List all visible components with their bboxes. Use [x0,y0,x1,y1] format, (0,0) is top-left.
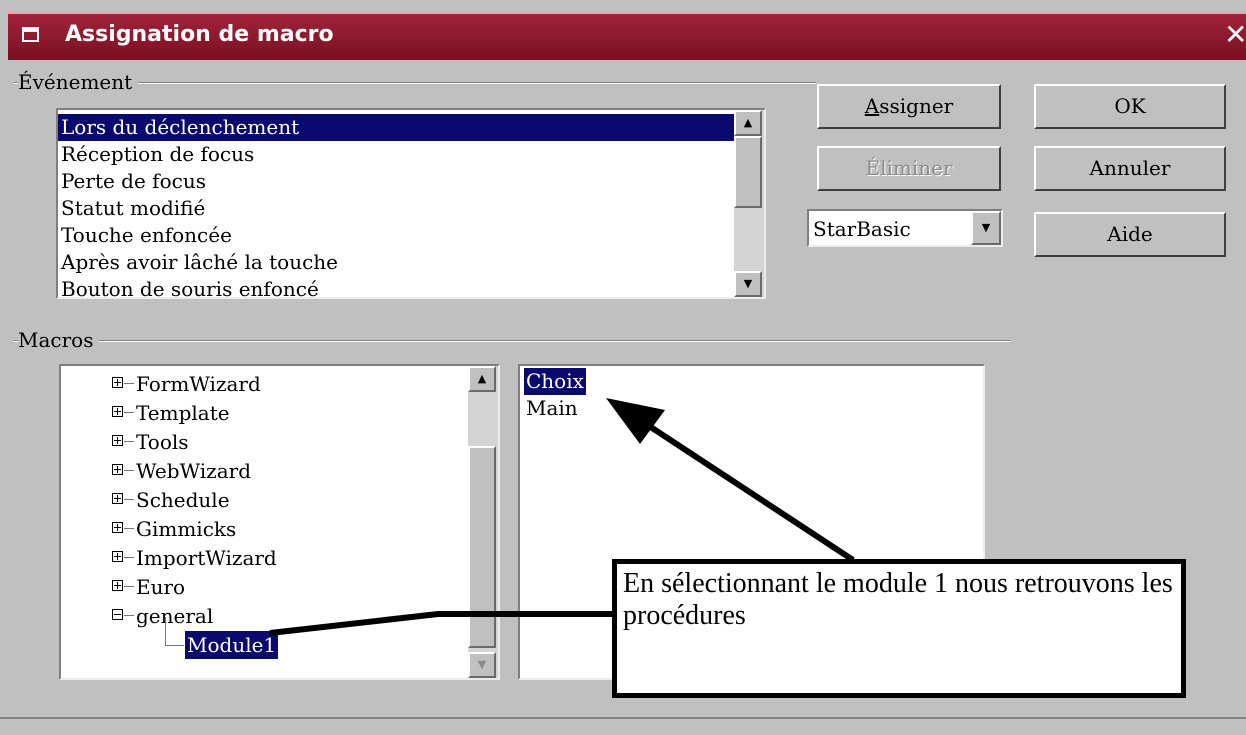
tree-connector [124,441,134,442]
language-select[interactable]: StarBasic ▼ [807,209,1003,247]
scroll-up-icon[interactable]: ▲ [468,366,496,392]
macro-library-tree[interactable]: FormWizard Template Tools WebWizard Schedule… [59,364,500,680]
tree-connector [165,617,184,646]
assign-button-label: ssigner [879,94,954,118]
ok-button[interactable]: OK [1034,84,1226,129]
annotation-callout: En sélectionnant le module 1 nous retrou… [612,559,1186,698]
macro-tree-scrollbar[interactable]: ▲ ▼ [468,366,498,678]
event-list-item[interactable]: Statut modifié [58,195,734,222]
help-button[interactable]: Aide [1034,212,1226,257]
scroll-down-icon[interactable]: ▼ [734,271,762,297]
procedure-item[interactable]: Main [524,395,580,422]
procedure-item[interactable]: Choix [524,368,586,395]
tree-item-label: FormWizard [136,372,261,396]
tree-connector [124,499,134,500]
tree-item-label: Template [136,401,230,425]
scroll-down-icon[interactable]: ▼ [468,652,496,678]
expand-icon[interactable] [112,522,123,533]
expand-icon[interactable] [112,377,123,388]
expand-icon[interactable] [112,580,123,591]
title-bar: Assignation de macro ✕ [8,12,1246,60]
macro-assignment-dialog: Assignation de macro ✕ Événement Lors du… [0,0,1246,735]
window-title: Assignation de macro [65,22,334,47]
tree-connector [124,383,134,384]
expand-icon[interactable] [112,406,123,417]
event-list-item[interactable]: Réception de focus [58,141,734,168]
scroll-up-icon[interactable]: ▲ [734,110,762,136]
event-group-label: Événement [18,70,139,94]
event-list-item[interactable]: Bouton de souris enfoncé [58,276,734,297]
window-menu-icon[interactable] [22,27,39,42]
tree-connector [124,615,134,616]
scroll-thumb[interactable] [734,136,762,208]
cancel-button[interactable]: Annuler [1034,146,1226,191]
event-list-item[interactable]: Touche enfoncée [58,222,734,249]
event-list[interactable]: Lors du déclenchement Réception de focus P… [56,108,766,299]
scroll-thumb[interactable] [468,446,496,648]
event-list-item[interactable]: Après avoir lâché la touche [58,249,734,276]
tree-connector [124,412,134,413]
chevron-down-icon[interactable]: ▼ [971,211,1001,245]
remove-button[interactable]: Éliminer [817,146,1001,191]
event-list-item[interactable]: Lors du déclenchement [58,114,734,141]
tree-item-label: Euro [136,575,186,599]
macros-group-label: Macros [18,328,100,352]
expand-icon[interactable] [112,493,123,504]
tree-item-label: Gimmicks [136,517,237,541]
tree-connector [124,586,134,587]
tree-connector [124,470,134,471]
event-list-item[interactable]: Perte de focus [58,168,734,195]
collapse-icon[interactable] [112,609,123,620]
tree-item-label: WebWizard [136,459,251,483]
tree-connector [124,528,134,529]
tree-item-label: Schedule [136,488,230,512]
tree-item-label: Tools [136,430,189,454]
tree-connector [124,557,134,558]
macros-group-frame [14,340,1010,342]
dialog-bottom-edge [0,717,1246,735]
expand-icon[interactable] [112,551,123,562]
assign-button[interactable]: Assigner [817,84,1001,129]
expand-icon[interactable] [112,464,123,475]
event-list-scrollbar[interactable]: ▲ ▼ [734,110,764,297]
tree-item-label: ImportWizard [136,546,277,570]
language-select-value: StarBasic [813,217,911,241]
tree-item-label: Module1 [185,631,279,659]
expand-icon[interactable] [112,435,123,446]
close-icon[interactable]: ✕ [1224,20,1246,50]
